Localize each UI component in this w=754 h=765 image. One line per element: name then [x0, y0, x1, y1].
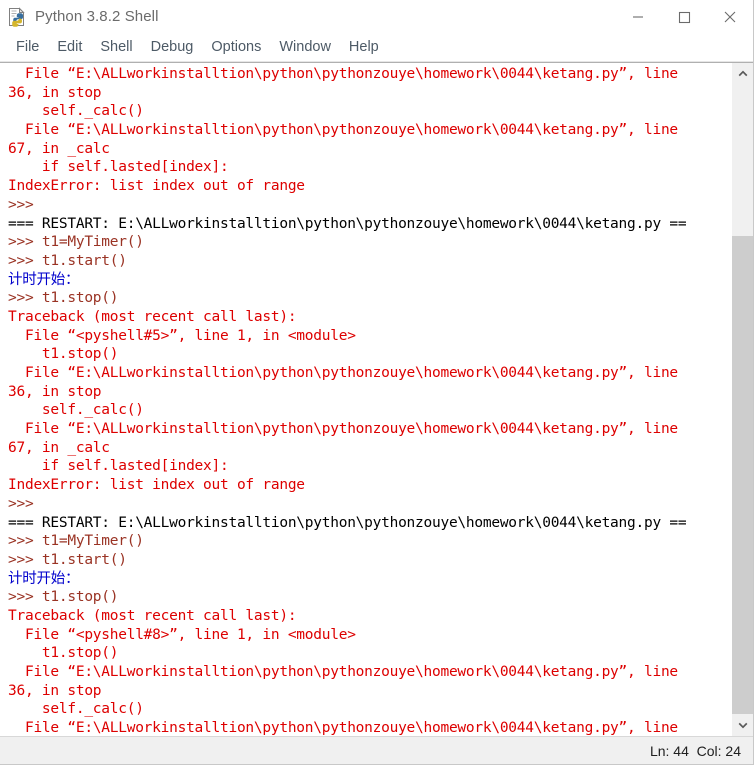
- close-button[interactable]: [707, 0, 753, 33]
- shell-line: if self.lasted[index]:: [8, 159, 229, 176]
- menu-item-shell[interactable]: Shell: [91, 38, 141, 57]
- title-bar: Python 3.8.2 Shell: [0, 0, 753, 34]
- shell-line: File “E:\ALLworkinstalltion\python\pytho…: [8, 66, 678, 82]
- shell-line: IndexError: list index out of range: [8, 178, 305, 195]
- menu-item-help[interactable]: Help: [340, 38, 388, 57]
- status-bar: Ln: 44 Col: 24: [0, 736, 753, 764]
- shell-line: Traceback (most recent call last):: [8, 308, 297, 325]
- menu-item-options[interactable]: Options: [202, 38, 270, 57]
- shell-line: 36, in stop: [8, 84, 102, 101]
- shell-line: 67, in _calc: [8, 439, 110, 456]
- shell-line: 67, in _calc: [8, 140, 110, 157]
- shell-line: t1.stop(): [8, 346, 119, 363]
- shell-line: File “E:\ALLworkinstalltion\python\pytho…: [8, 664, 678, 680]
- scroll-track[interactable]: [732, 85, 753, 714]
- shell-line: t1.stop(): [8, 645, 119, 662]
- shell-line: >>> t1.start(): [8, 551, 127, 568]
- menu-item-file[interactable]: File: [7, 38, 48, 57]
- shell-line: 计时开始：: [8, 271, 80, 288]
- shell-line: === RESTART: E:\ALLworkinstalltion\pytho…: [8, 215, 687, 232]
- shell-line: Traceback (most recent call last):: [8, 607, 297, 624]
- shell-line: File “<pyshell#5>”, line 1, in <module>: [8, 327, 356, 344]
- menu-item-debug[interactable]: Debug: [142, 38, 203, 57]
- shell-line: 计时开始：: [8, 570, 80, 587]
- shell-line: File “E:\ALLworkinstalltion\python\pytho…: [8, 421, 678, 438]
- shell-line: self._calc(): [8, 103, 144, 120]
- shell-line: IndexError: list index out of range: [8, 477, 305, 494]
- shell-text-area[interactable]: File “E:\ALLworkinstalltion\python\pytho…: [0, 63, 731, 736]
- python-idle-icon: [7, 6, 27, 27]
- shell-line: >>>: [8, 196, 34, 213]
- menu-item-edit[interactable]: Edit: [48, 38, 91, 57]
- shell-line: >>> t1.stop(): [8, 290, 119, 307]
- shell-body: File “E:\ALLworkinstalltion\python\pytho…: [0, 62, 753, 736]
- shell-line: >>>: [8, 495, 34, 512]
- scroll-up-button[interactable]: [732, 63, 753, 85]
- shell-line: 36, in stop: [8, 682, 102, 699]
- idle-shell-window: Python 3.8.2 Shell File Edit Shell Debug…: [0, 0, 754, 765]
- shell-line: self._calc(): [8, 402, 144, 419]
- shell-line: 36, in stop: [8, 383, 102, 400]
- cursor-position-indicator: Ln: 44 Col: 24: [649, 742, 741, 759]
- menu-item-window[interactable]: Window: [270, 38, 340, 57]
- shell-line: File “E:\ALLworkinstalltion\python\pytho…: [8, 720, 678, 736]
- shell-line: === RESTART: E:\ALLworkinstalltion\pytho…: [8, 514, 687, 531]
- maximize-button[interactable]: [661, 0, 707, 33]
- menu-bar: File Edit Shell Debug Options Window Hel…: [0, 34, 753, 62]
- window-title: Python 3.8.2 Shell: [35, 8, 159, 25]
- shell-line: File “<pyshell#8>”, line 1, in <module>: [8, 626, 356, 643]
- scroll-down-button[interactable]: [732, 714, 753, 736]
- shell-line: if self.lasted[index]:: [8, 458, 229, 475]
- shell-output[interactable]: File “E:\ALLworkinstalltion\python\pytho…: [1, 64, 731, 736]
- vertical-scrollbar[interactable]: [731, 63, 753, 736]
- shell-line: >>> t1.stop(): [8, 589, 119, 606]
- shell-line: >>> t1=MyTimer(): [8, 234, 144, 251]
- minimize-button[interactable]: [615, 0, 661, 33]
- shell-line: File “E:\ALLworkinstalltion\python\pytho…: [8, 365, 678, 381]
- window-controls: [615, 0, 753, 33]
- shell-line: self._calc(): [8, 701, 144, 718]
- shell-line: File “E:\ALLworkinstalltion\python\pytho…: [8, 122, 678, 139]
- scroll-thumb[interactable]: [732, 235, 753, 714]
- shell-line: >>> t1=MyTimer(): [8, 533, 144, 550]
- shell-line: >>> t1.start(): [8, 252, 127, 269]
